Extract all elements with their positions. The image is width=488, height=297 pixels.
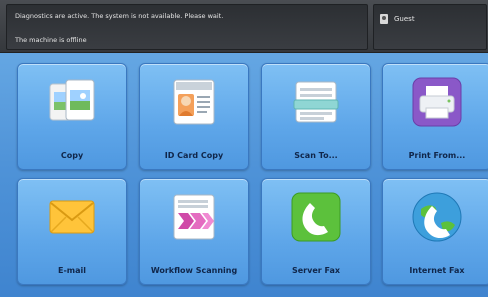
tile-scan-to[interactable]: Scan To... — [261, 63, 371, 170]
tile-label: Internet Fax — [409, 266, 465, 275]
tile-e-mail[interactable]: E-mail — [17, 178, 127, 285]
status-message: Diagnostics are active. The system is no… — [15, 12, 224, 20]
machine-status: The machine is offline — [15, 36, 87, 44]
tile-label: Print From... — [408, 151, 466, 160]
printer-icon — [412, 77, 462, 127]
workflow-icon — [173, 194, 215, 240]
tile-label: Workflow Scanning — [150, 266, 238, 275]
user-panel[interactable]: Guest — [373, 4, 487, 50]
globe-phone-icon — [412, 192, 462, 242]
user-icon — [380, 14, 388, 24]
id-card-icon — [173, 79, 215, 125]
phone-icon — [291, 192, 341, 242]
envelope-icon — [49, 200, 95, 234]
status-panel[interactable]: Diagnostics are active. The system is no… — [6, 4, 368, 50]
tile-internet-fax[interactable]: Internet Fax — [382, 178, 488, 285]
tile-workflow-scanning[interactable]: Workflow Scanning — [139, 178, 249, 285]
copy-icon — [49, 79, 95, 121]
tile-print-from[interactable]: Print From... — [382, 63, 488, 170]
tile-copy[interactable]: Copy — [17, 63, 127, 170]
tile-label: Server Fax — [291, 266, 341, 275]
tile-label: ID Card Copy — [164, 151, 224, 160]
top-bar: Diagnostics are active. The system is no… — [0, 0, 488, 53]
tile-server-fax[interactable]: Server Fax — [261, 178, 371, 285]
tile-id-card-copy[interactable]: ID Card Copy — [139, 63, 249, 170]
user-label: Guest — [394, 15, 415, 23]
tile-label: Scan To... — [294, 151, 338, 160]
tile-label: Copy — [60, 151, 84, 160]
tile-label: E-mail — [57, 266, 86, 275]
scanner-icon — [293, 81, 339, 123]
